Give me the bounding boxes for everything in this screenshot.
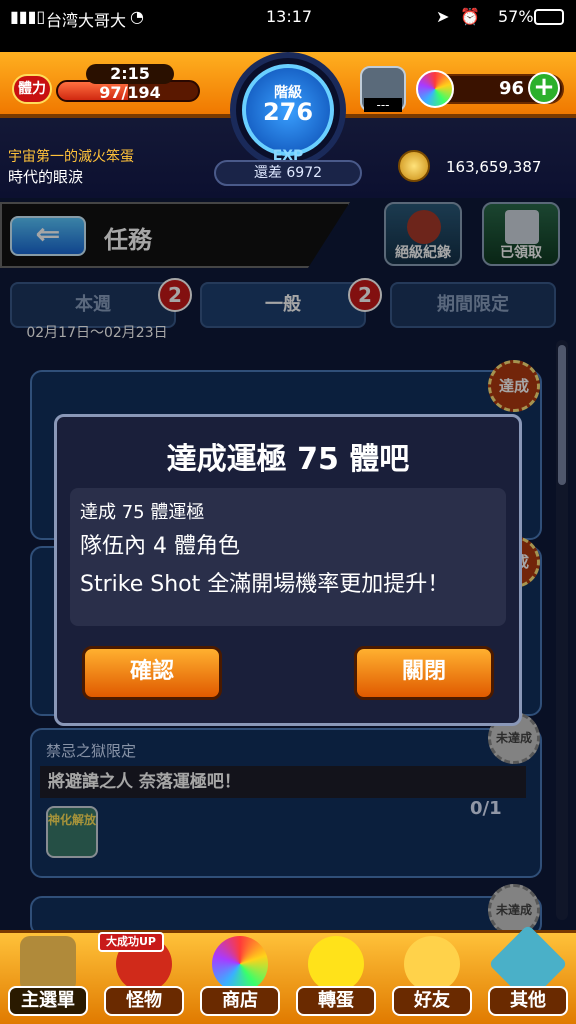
- nav-gacha[interactable]: 轉蛋: [288, 932, 384, 1022]
- confirm-button[interactable]: 確認: [82, 646, 222, 700]
- location-icon: ➤: [436, 7, 450, 26]
- egg-icon: [308, 936, 364, 992]
- gold-count: 163,659,387: [446, 158, 542, 176]
- dialog-line: Strike Shot 全滿開場機率更加提升！: [80, 572, 450, 597]
- orb-icon: [416, 70, 454, 108]
- nav-friends[interactable]: 好友: [384, 932, 480, 1022]
- status-bar: ▮▮▮▯ 台湾大哥大 ◔ 13:17 ➤ ⏰ 57%: [0, 0, 576, 34]
- dialog-line: 達成 75 體運極: [80, 502, 205, 523]
- alarm-icon: ⏰: [460, 7, 480, 26]
- user-name: 時代的眼淚: [8, 168, 84, 186]
- carrier-label: 台湾大哥大: [46, 11, 127, 30]
- close-button[interactable]: 關閉: [354, 646, 494, 700]
- rank-number: 276: [262, 98, 314, 126]
- nav-monster-label: 怪物: [104, 986, 184, 1016]
- exp-remaining: 還差 6972: [214, 160, 362, 186]
- castle-icon: [20, 936, 76, 992]
- nav-friends-label: 好友: [392, 986, 472, 1016]
- nav-main-menu[interactable]: 主選單: [0, 932, 96, 1022]
- nav-main-label: 主選單: [8, 986, 88, 1016]
- stamina-value: 97/194: [99, 83, 161, 102]
- orb-count: 96: [498, 78, 524, 99]
- clock: 13:17: [266, 7, 313, 26]
- gold-coin-icon: [398, 150, 430, 182]
- signal-icon: ▮▮▮▯: [10, 7, 46, 26]
- orb-shop-icon: [212, 936, 268, 992]
- dialog-line: 隊伍內 4 體角色: [80, 534, 240, 559]
- nav-shop-label: 商店: [200, 986, 280, 1016]
- nav-other-label: 其他: [488, 986, 568, 1016]
- buy-orb-button[interactable]: +: [528, 72, 560, 104]
- user-title: 宇宙第一的滅火笨蛋: [8, 149, 134, 165]
- balloon-icon: [404, 936, 460, 992]
- dialog-title: 達成運極 75 體吧: [166, 442, 410, 477]
- stamina-timer: 2:15: [86, 64, 174, 84]
- nav-other[interactable]: 其他: [480, 924, 576, 1022]
- nav-shop[interactable]: 商店: [192, 932, 288, 1022]
- nav-gacha-label: 轉蛋: [296, 986, 376, 1016]
- great-success-tag: 大成功UP: [98, 932, 164, 952]
- gem-box-label: ---: [364, 98, 402, 112]
- battery-percent: 57%: [498, 7, 534, 26]
- stamina-label: 體力: [12, 74, 52, 104]
- wifi-icon: ◔: [130, 7, 144, 26]
- battery-icon: [534, 9, 564, 25]
